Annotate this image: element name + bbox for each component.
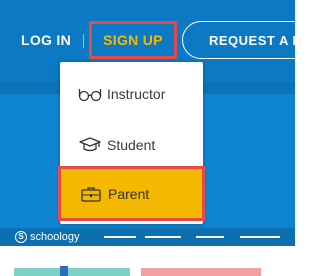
- schoology-logo[interactable]: S schoology: [15, 230, 80, 244]
- glasses-icon: [77, 81, 103, 107]
- feature-card-pink: [141, 268, 261, 276]
- logo-text: schoology: [30, 231, 80, 243]
- signup-button[interactable]: SIGN UP: [89, 21, 177, 59]
- footer-divider-line: [145, 236, 181, 238]
- menu-item-student[interactable]: Student: [60, 125, 203, 165]
- logo-badge-icon: S: [15, 231, 27, 243]
- menu-item-instructor[interactable]: Instructor: [60, 74, 203, 114]
- graduation-cap-icon: [77, 132, 103, 158]
- footer-divider-line: [240, 236, 280, 238]
- menu-item-parent[interactable]: Parent: [58, 166, 205, 221]
- menu-item-label: Student: [107, 137, 156, 153]
- signup-dropdown-menu: Instructor Student Parent: [58, 62, 205, 224]
- login-link[interactable]: LOG IN: [21, 32, 71, 48]
- feature-card-marker: [60, 266, 68, 276]
- footer-divider-line: [196, 236, 224, 238]
- feature-card-teal: [14, 268, 130, 276]
- briefcase-icon: [78, 181, 104, 207]
- request-demo-button[interactable]: REQUEST A DEMO: [182, 21, 320, 59]
- footer-divider-line: [104, 236, 136, 238]
- nav-divider: [83, 34, 84, 48]
- menu-item-label: Parent: [108, 185, 150, 202]
- menu-item-label: Instructor: [107, 86, 166, 102]
